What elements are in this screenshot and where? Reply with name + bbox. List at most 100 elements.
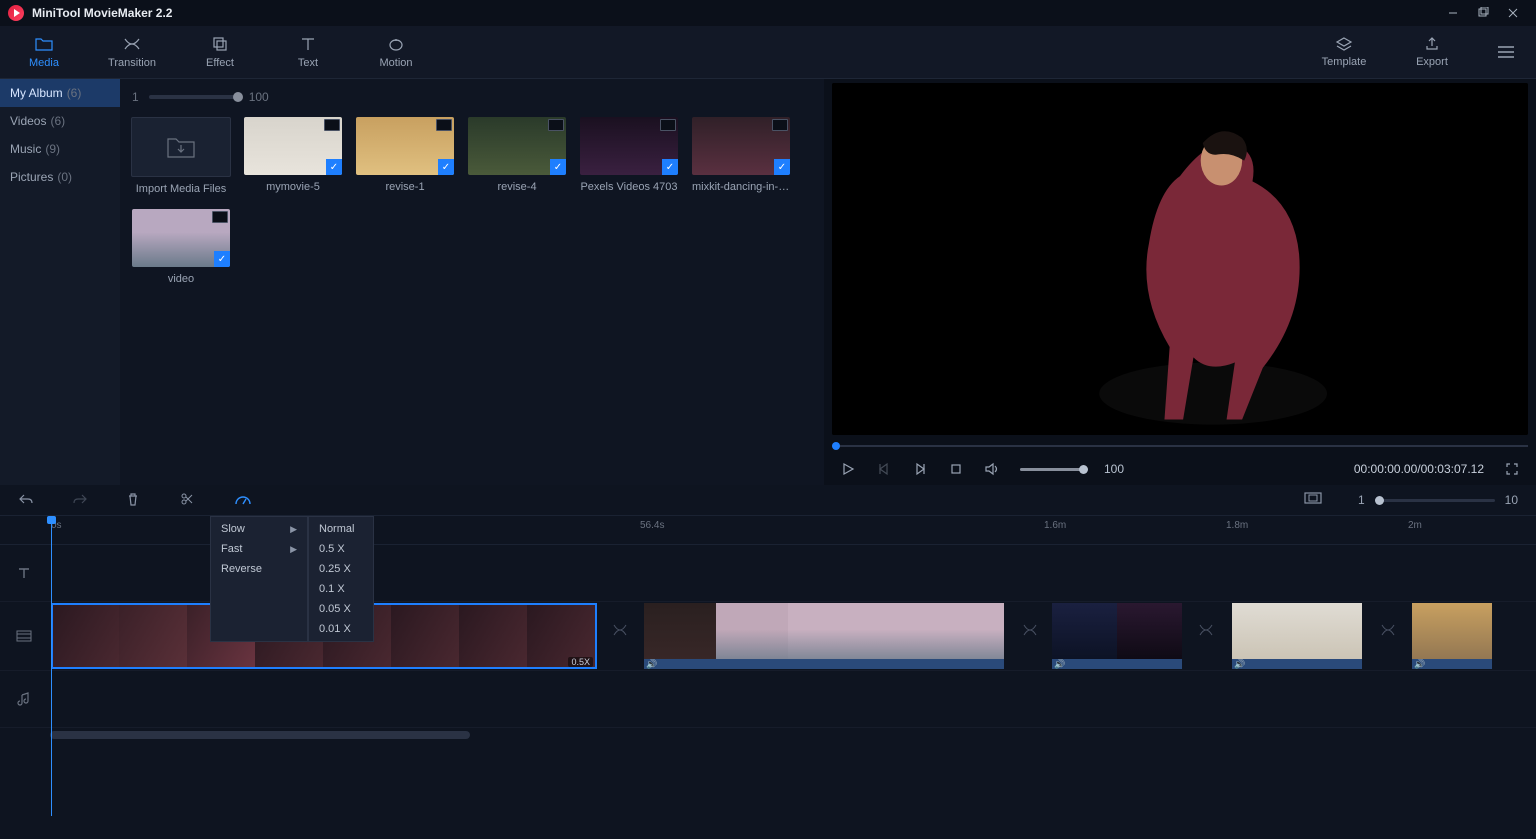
volume-button[interactable] <box>984 461 1000 477</box>
preview-progress[interactable] <box>832 443 1528 449</box>
audio-track[interactable] <box>0 671 1536 728</box>
speed-menu-reverse[interactable]: Reverse <box>211 559 307 579</box>
speed-menu-slow[interactable]: Slow▶ <box>211 519 307 539</box>
timeline-zoom-slider[interactable] <box>1375 499 1495 502</box>
prev-frame-button[interactable] <box>876 461 892 477</box>
timeline-clip[interactable]: 🔊 <box>1412 603 1492 669</box>
preview-panel: 100 00:00:00.00/00:03:07.12 <box>824 79 1536 485</box>
tab-effect[interactable]: Effect <box>176 26 264 78</box>
thumb-zoom-slider[interactable] <box>149 95 239 99</box>
app-title: MiniTool MovieMaker 2.2 <box>32 6 172 20</box>
clip-audio-icon: 🔊 <box>1234 659 1246 669</box>
speed-option-005x[interactable]: 0.05 X <box>309 599 373 619</box>
sidebar-item-music[interactable]: Music (9) <box>0 135 120 163</box>
timeline-scrollbar[interactable] <box>0 728 1536 742</box>
text-icon <box>299 35 317 53</box>
video-badge-icon <box>548 119 564 131</box>
export-button[interactable]: Export <box>1388 26 1476 78</box>
sidebar-item-label: Pictures <box>10 170 53 184</box>
import-media-button[interactable]: Import Media Files <box>132 117 230 195</box>
aspect-button[interactable] <box>1304 492 1320 508</box>
template-label: Template <box>1322 56 1367 68</box>
speed-option-normal[interactable]: Normal <box>309 519 373 539</box>
minimize-button[interactable] <box>1438 0 1468 26</box>
close-button[interactable] <box>1498 0 1528 26</box>
speed-option-05x[interactable]: 0.5 X <box>309 539 373 559</box>
speed-menu-main: Slow▶ Fast▶ Reverse <box>210 516 308 642</box>
delete-button[interactable] <box>126 492 142 508</box>
maximize-button[interactable] <box>1468 0 1498 26</box>
tab-motion[interactable]: Motion <box>352 26 440 78</box>
speed-option-001x[interactable]: 0.01 X <box>309 619 373 639</box>
menu-button[interactable] <box>1476 26 1536 78</box>
speed-option-01x[interactable]: 0.1 X <box>309 579 373 599</box>
playhead[interactable] <box>51 516 52 816</box>
checked-icon <box>662 159 678 175</box>
timeline-clip[interactable]: 🔊 <box>1232 603 1362 669</box>
clip-speed-badge: 0.5X <box>568 657 593 667</box>
timeline-clip[interactable]: 🔊 <box>644 603 1004 669</box>
preview-video[interactable] <box>832 83 1528 435</box>
media-label: mymovie-5 <box>266 181 320 193</box>
next-frame-button[interactable] <box>912 461 928 477</box>
video-track-icon <box>16 630 32 642</box>
speed-menu-fast[interactable]: Fast▶ <box>211 539 307 559</box>
sidebar-item-label: Music <box>10 142 41 156</box>
tab-text[interactable]: Text <box>264 26 352 78</box>
sidebar-item-myalbum[interactable]: My Album (6) <box>0 79 120 107</box>
audio-track-icon <box>17 692 31 706</box>
media-thumb[interactable]: revise-1 <box>356 117 454 195</box>
media-label: revise-4 <box>497 181 536 193</box>
zoom-max: 100 <box>249 90 269 104</box>
tab-transition-label: Transition <box>108 57 156 69</box>
volume-slider[interactable] <box>1020 468 1084 471</box>
sidebar-item-count: (0) <box>57 170 72 184</box>
ruler-tick: 56.4s <box>640 520 664 531</box>
transition-slot[interactable] <box>1018 602 1042 658</box>
text-track-icon <box>17 566 31 580</box>
fullscreen-button[interactable] <box>1504 461 1520 477</box>
template-button[interactable]: Template <box>1300 26 1388 78</box>
effect-icon <box>211 35 229 53</box>
tab-text-label: Text <box>298 57 318 69</box>
media-thumb[interactable]: mixkit-dancing-in-the… <box>692 117 790 195</box>
folder-icon <box>35 35 53 53</box>
redo-button[interactable] <box>72 492 88 508</box>
timeline-ruler[interactable]: 0s 56.4s 1.6m 1.8m 2m Slow▶ Fast▶ Revers… <box>0 515 1536 545</box>
timeline-clip[interactable]: 🔊 <box>1052 603 1182 669</box>
chevron-right-icon: ▶ <box>290 524 297 535</box>
transition-icon <box>123 35 141 53</box>
speed-menu-sub: Normal 0.5 X 0.25 X 0.1 X 0.05 X 0.01 X <box>308 516 374 642</box>
tl-zoom-min: 1 <box>1358 493 1365 507</box>
play-button[interactable] <box>840 461 856 477</box>
checked-icon <box>214 251 230 267</box>
stop-button[interactable] <box>948 461 964 477</box>
sidebar-item-videos[interactable]: Videos (6) <box>0 107 120 135</box>
transition-slot[interactable] <box>608 602 632 658</box>
tab-transition[interactable]: Transition <box>88 26 176 78</box>
clip-audio-icon: 🔊 <box>646 659 658 669</box>
transition-slot[interactable] <box>1194 602 1218 658</box>
import-folder-icon <box>166 135 196 159</box>
import-label: Import Media Files <box>136 183 226 195</box>
undo-button[interactable] <box>18 492 34 508</box>
hamburger-icon <box>1496 45 1516 59</box>
media-thumb[interactable]: revise-4 <box>468 117 566 195</box>
media-thumb[interactable]: video <box>132 209 230 285</box>
tab-motion-label: Motion <box>379 57 412 69</box>
media-thumb[interactable]: mymovie-5 <box>244 117 342 195</box>
media-thumb[interactable]: Pexels Videos 4703 <box>580 117 678 195</box>
speed-button[interactable] <box>234 492 250 508</box>
motion-icon <box>387 35 405 53</box>
sidebar-item-pictures[interactable]: Pictures (0) <box>0 163 120 191</box>
titlebar: MiniTool MovieMaker 2.2 <box>0 0 1536 26</box>
media-label: video <box>168 273 194 285</box>
split-button[interactable] <box>180 492 196 508</box>
checked-icon <box>326 159 342 175</box>
clip-audio-icon: 🔊 <box>1414 659 1426 669</box>
speed-option-025x[interactable]: 0.25 X <box>309 559 373 579</box>
tab-media[interactable]: Media <box>0 26 88 78</box>
video-badge-icon <box>436 119 452 131</box>
tab-effect-label: Effect <box>206 57 234 69</box>
transition-slot[interactable] <box>1376 602 1400 658</box>
